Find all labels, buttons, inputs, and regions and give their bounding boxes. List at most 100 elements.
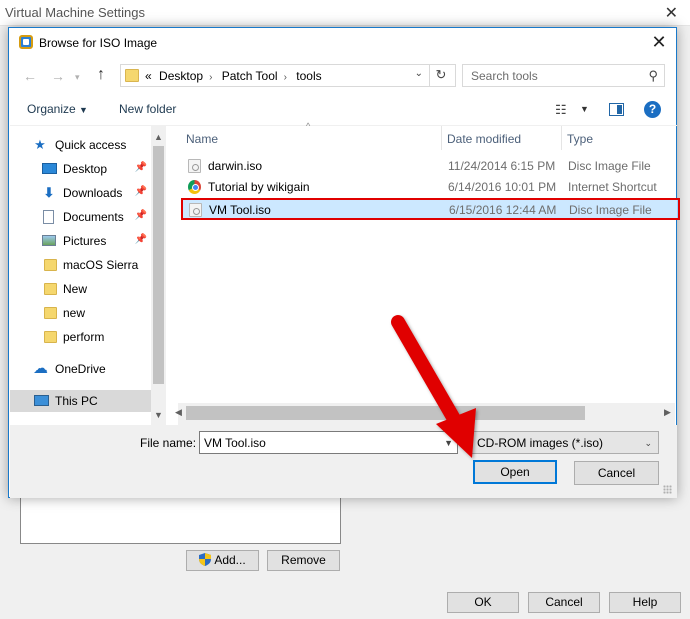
vm-settings-titlebar: Virtual Machine Settings ✕ [0,0,690,26]
resize-grip-icon[interactable] [663,485,672,494]
breadcrumb-chevron-icon[interactable]: › [209,72,212,83]
pin-icon[interactable]: 📌 [135,162,147,173]
file-name-value: VM Tool.iso [204,436,266,450]
chrome-icon [188,180,201,194]
search-placeholder: Search tools [471,69,538,83]
breadcrumb: « Desktop › Patch Tool › tools [145,69,326,83]
open-button-label: Open [500,465,530,479]
annotation-highlight-box [181,198,680,220]
vm-settings-close-icon[interactable]: ✕ [665,3,678,23]
address-bar[interactable]: « Desktop › Patch Tool › tools ⌄ [120,64,456,87]
settings-cancel-button-label: Cancel [545,595,583,609]
nav-item-label: new [63,306,86,320]
close-icon[interactable]: ✕ [651,32,667,53]
dialog-titlebar: Browse for ISO Image ✕ [9,28,676,58]
star-icon: ★ [34,137,46,152]
nav-item-onedrive[interactable]: ☁ OneDrive [10,358,151,380]
vm-settings-listbox[interactable] [20,492,341,544]
sort-ascending-icon: ^ [306,121,311,131]
settings-cancel-button[interactable]: Cancel [528,592,600,613]
nav-item-label: Documents [63,210,124,224]
column-header-type[interactable]: Type [567,132,593,146]
breadcrumb-tools[interactable]: tools [296,69,321,83]
remove-button-label: Remove [281,553,326,567]
pin-icon[interactable]: 📌 [135,234,147,245]
scroll-right-icon[interactable]: ▶ [664,407,671,418]
ok-button[interactable]: OK [447,592,519,613]
scroll-down-icon[interactable]: ▼ [154,410,163,420]
chevron-down-icon[interactable]: ⌄ [415,68,423,79]
breadcrumb-overflow[interactable]: « [145,69,152,83]
organize-button[interactable]: Organize ▼ [27,102,88,116]
nav-scrollbar-thumb[interactable] [153,146,164,384]
nav-item-this-pc[interactable]: This PC [10,390,151,412]
documents-icon [43,210,54,224]
file-date: 6/14/2016 10:01 PM [448,180,557,194]
up-arrow-icon[interactable]: ↑ [97,66,105,84]
horizontal-scrollbar-thumb[interactable] [186,406,585,420]
nav-item-documents[interactable]: Documents 📌 [10,206,151,228]
file-type: Internet Shortcut [568,180,657,194]
folder-icon [125,69,139,82]
help-button[interactable]: Help [609,592,681,613]
nav-item-label: Desktop [63,162,108,176]
nav-item-label: macOS Sierra [63,258,139,272]
help-button-label: Help [632,595,658,609]
breadcrumb-chevron-icon[interactable]: › [284,72,287,83]
column-header-name[interactable]: Name [186,132,218,146]
cancel-button[interactable]: Cancel [574,461,659,485]
refresh-icon[interactable]: ↻ [429,64,452,87]
file-name-input[interactable]: VM Tool.iso ▼ [199,431,458,454]
cloud-icon: ☁ [33,360,48,377]
pictures-icon [42,235,56,246]
breadcrumb-patch-tool[interactable]: Patch Tool [222,69,278,83]
nav-item-quick-access[interactable]: ★ Quick access [10,134,151,156]
scroll-left-icon[interactable]: ◀ [175,407,182,418]
view-options-icon[interactable]: ☷ [555,102,567,118]
column-divider[interactable] [441,126,442,150]
column-divider[interactable] [561,126,562,150]
nav-item-desktop[interactable]: Desktop 📌 [10,158,151,180]
file-type-filter-value: CD-ROM images (*.iso) [477,436,604,450]
chevron-down-icon[interactable]: ▼ [580,104,589,114]
column-header-date[interactable]: Date modified [447,132,521,146]
file-row-tutorial-shortcut[interactable]: Tutorial by wikigain 6/14/2016 10:01 PM … [181,177,678,197]
open-button[interactable]: Open [473,460,557,484]
nav-item-label: Quick access [55,138,127,152]
forward-arrow-icon[interactable]: → [51,68,65,84]
nav-item-downloads[interactable]: ⬇ Downloads 📌 [10,182,151,204]
add-button[interactable]: Add... [186,550,259,571]
nav-item-macos-sierra[interactable]: macOS Sierra [10,254,151,276]
chevron-down-icon[interactable]: ▼ [444,438,453,448]
pin-icon[interactable]: 📌 [135,210,147,221]
file-type-filter[interactable]: CD-ROM images (*.iso) ⌄ [471,431,659,454]
help-icon[interactable]: ? [644,101,661,118]
remove-button[interactable]: Remove [267,550,340,571]
breadcrumb-desktop[interactable]: Desktop [159,69,203,83]
computer-icon [34,395,49,406]
file-type: Disc Image File [568,159,651,173]
nav-item-new[interactable]: New [10,278,151,300]
browse-iso-dialog: Browse for ISO Image ✕ ← → ▾ ↑ « Desktop… [8,27,680,498]
new-folder-button[interactable]: New folder [119,102,176,116]
vmware-icon [19,35,33,49]
scroll-up-icon[interactable]: ▲ [154,132,163,142]
navigation-pane[interactable]: ★ Quick access Desktop 📌 ⬇ Downloads 📌 D… [10,126,165,425]
search-icon: ⚲ [648,68,658,83]
nav-item-perform[interactable]: perform [10,326,151,348]
file-row-darwin-iso[interactable]: darwin.iso 11/24/2014 6:15 PM Disc Image… [181,156,678,176]
search-input[interactable]: Search tools ⚲ [462,64,665,87]
cancel-button-label: Cancel [597,466,636,480]
nav-item-new-lowercase[interactable]: new [10,302,151,324]
pin-icon[interactable]: 📌 [135,186,147,197]
folder-icon [44,331,57,343]
organize-label: Organize [27,102,76,116]
chevron-down-icon: ▼ [79,105,88,115]
preview-pane-icon[interactable] [609,103,624,116]
nav-item-label: OneDrive [55,362,106,376]
add-button-label: Add... [214,553,246,567]
recent-chevron-icon[interactable]: ▾ [75,72,80,83]
back-arrow-icon[interactable]: ← [23,68,37,84]
chevron-down-icon[interactable]: ⌄ [644,438,652,449]
nav-item-pictures[interactable]: Pictures 📌 [10,230,151,252]
